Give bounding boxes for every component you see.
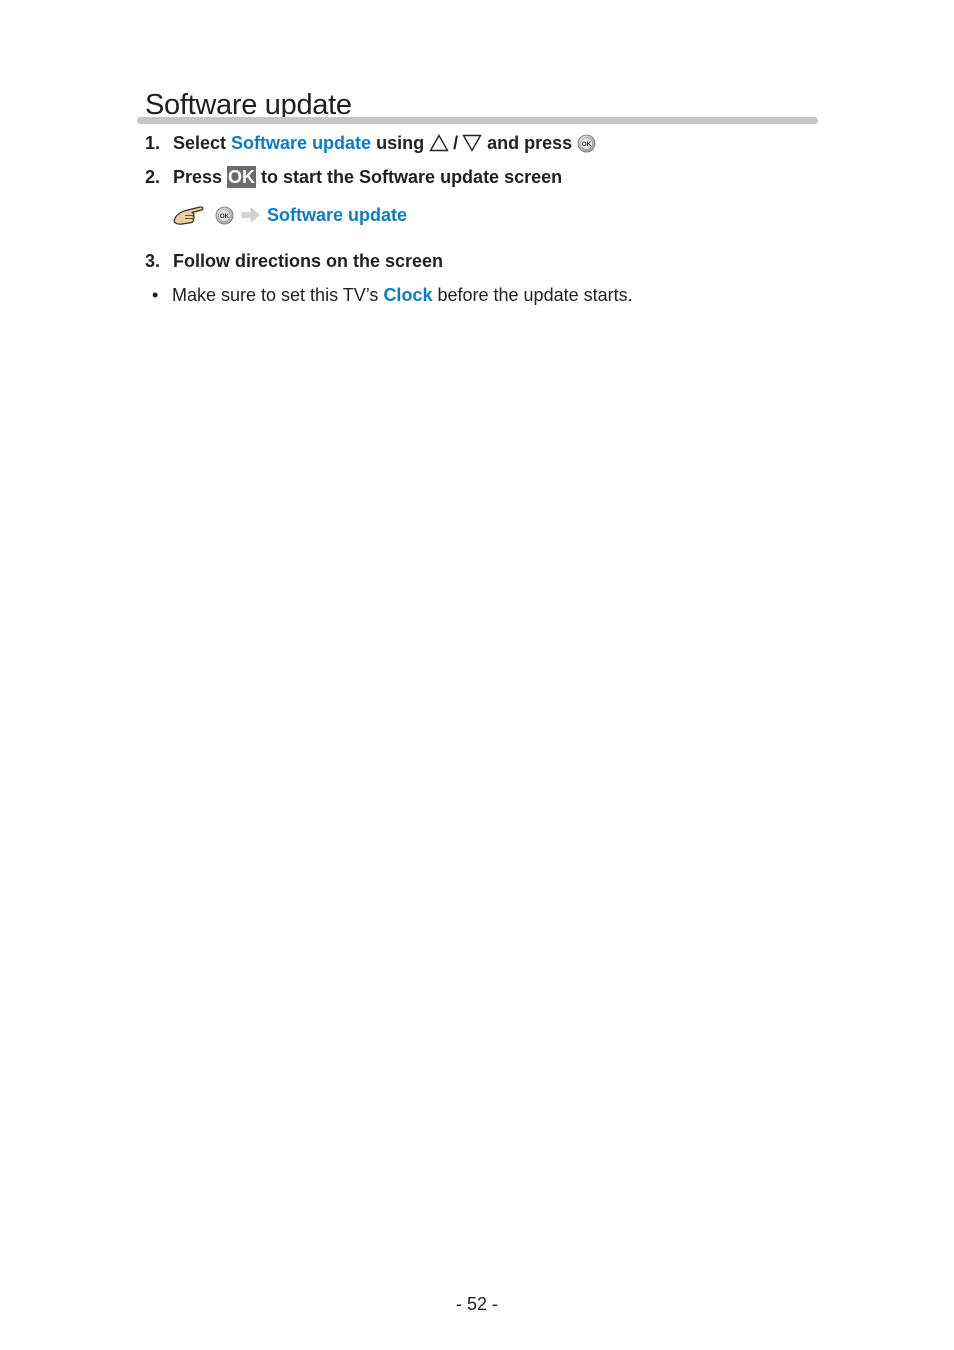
arrow-right-icon bbox=[241, 207, 260, 223]
step-text: using bbox=[376, 133, 425, 153]
step-1: 1. Select Software update using / and pr… bbox=[145, 131, 596, 155]
step-number: 1. bbox=[145, 133, 161, 153]
step-text: Follow directions on the screen bbox=[173, 251, 444, 271]
step-text: to start the Software update screen bbox=[261, 167, 563, 187]
ok-button-icon: OK bbox=[215, 206, 234, 224]
step-number: 3. bbox=[145, 251, 161, 271]
up-triangle-icon bbox=[429, 134, 449, 152]
pointing-hand-icon bbox=[173, 206, 204, 225]
step-text: and press bbox=[487, 133, 573, 153]
note-bullet: • Make sure to set this TV’s Clock before… bbox=[152, 283, 633, 307]
clock-link[interactable]: Clock bbox=[383, 285, 432, 305]
software-update-menu-link[interactable]: Software update bbox=[267, 205, 407, 226]
svg-text:OK: OK bbox=[582, 140, 592, 147]
ok-button-icon: OK bbox=[577, 134, 596, 152]
note-text: Make sure to set this TV’s bbox=[172, 285, 379, 305]
title-divider bbox=[137, 117, 818, 124]
ok-key-label: OK bbox=[227, 166, 257, 188]
bullet-marker: • bbox=[152, 285, 159, 305]
step-text: Press bbox=[173, 167, 223, 187]
software-update-link[interactable]: Software update bbox=[231, 131, 371, 155]
step-text: Select bbox=[173, 133, 227, 153]
menu-path-shortcut: OK Software update bbox=[172, 204, 407, 226]
down-triangle-icon bbox=[462, 134, 482, 152]
step-3: 3. Follow directions on the screen bbox=[145, 249, 443, 273]
step-2: 2. Press OK to start the Software update… bbox=[145, 165, 562, 189]
page-number: - 52 - bbox=[455, 1294, 498, 1314]
step-number: 2. bbox=[145, 167, 161, 187]
svg-text:OK: OK bbox=[220, 212, 230, 219]
separator: / bbox=[453, 133, 459, 153]
note-text: before the update starts. bbox=[437, 285, 633, 305]
